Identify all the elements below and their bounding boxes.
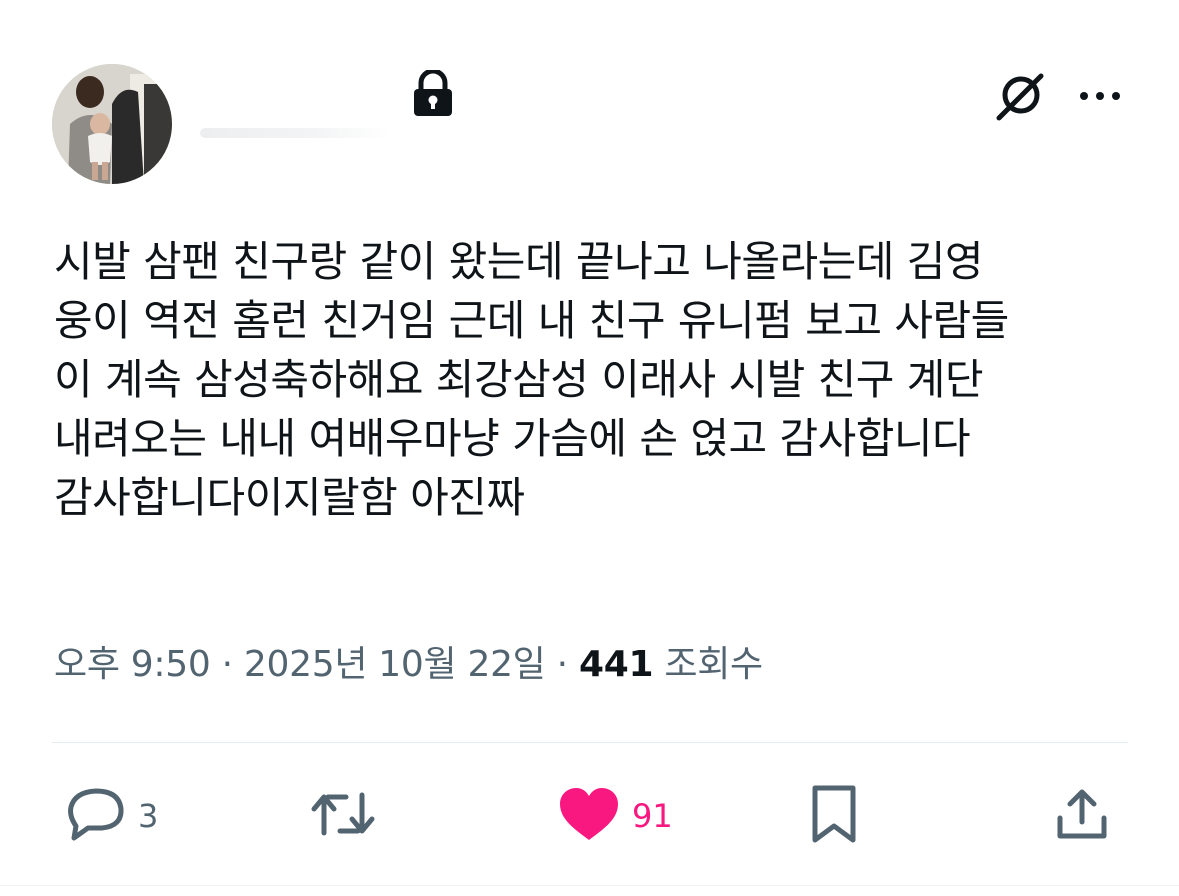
grok-icon[interactable] (993, 70, 1047, 124)
more-icon[interactable] (1076, 84, 1124, 108)
share-icon (1054, 786, 1110, 846)
username-redacted (200, 128, 390, 138)
views-count: 441 (578, 644, 654, 685)
divider (52, 742, 1128, 743)
like-button[interactable]: 91 (558, 786, 673, 846)
share-button[interactable] (1054, 786, 1110, 846)
tweet-date[interactable]: 2025년 10월 22일 (244, 644, 546, 685)
tweet-text-line: 감사합니다이지랄함 아진짜 (54, 473, 525, 522)
tweet-meta: 오후 9:50 · 2025년 10월 22일 · 441 조회수 (54, 640, 763, 690)
tweet-text-line: 시발 삼팬 친구랑 같이 왔는데 끝나고 나올라는데 김영 (54, 237, 984, 286)
reply-icon (66, 786, 126, 846)
tweet: 시발 삼팬 친구랑 같이 왔는데 끝나고 나올라는데 김영 웅이 역전 홈런 친… (0, 0, 1179, 896)
tweet-time[interactable]: 오후 9:50 (54, 644, 211, 685)
heart-icon (558, 786, 620, 846)
tweet-text-line: 이 계속 삼성축하해요 최강삼성 이래사 시발 친구 계단 (54, 355, 984, 404)
meta-separator: · (221, 644, 233, 685)
like-count: 91 (632, 797, 673, 835)
views-label: 조회수 (664, 644, 763, 685)
tweet-text-line: 내려오는 내내 여배우마냥 가슴에 손 얹고 감사합니다 (54, 414, 971, 463)
tweet-text: 시발 삼팬 친구랑 같이 왔는데 끝나고 나올라는데 김영 웅이 역전 홈런 친… (54, 232, 1129, 527)
retweet-icon (308, 789, 378, 843)
reply-button[interactable]: 3 (66, 786, 158, 846)
bookmark-icon (810, 784, 858, 848)
retweet-button[interactable] (308, 786, 378, 846)
tweet-text-line: 웅이 역전 홈런 친거임 근데 내 친구 유니펌 보고 사람들 (54, 296, 1009, 345)
bottom-divider (0, 885, 1179, 886)
avatar[interactable] (52, 64, 172, 184)
meta-separator: · (556, 644, 568, 685)
reply-count: 3 (138, 797, 159, 835)
bookmark-button[interactable] (810, 784, 858, 848)
lock-icon (412, 68, 454, 118)
